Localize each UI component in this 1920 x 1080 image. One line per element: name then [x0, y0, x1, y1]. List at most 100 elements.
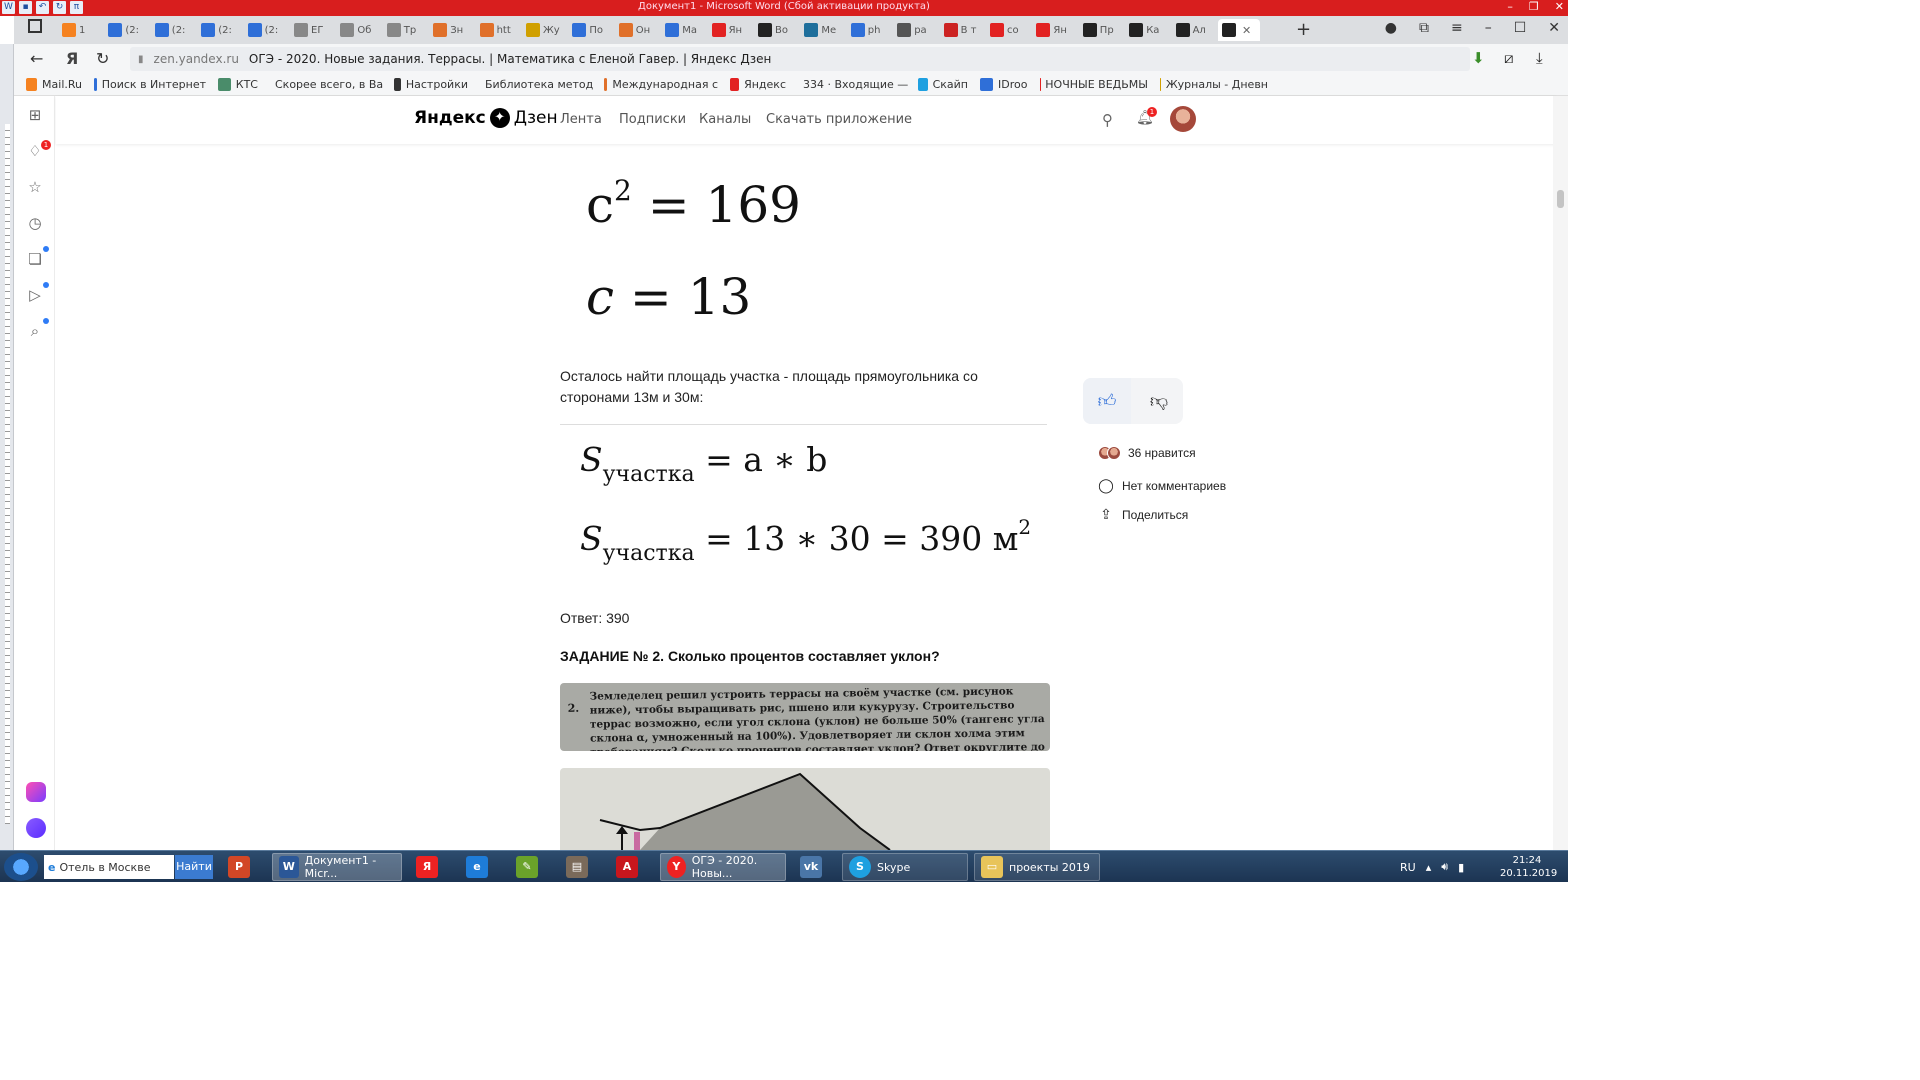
close-icon[interactable]: ✕ — [1548, 20, 1560, 36]
bookmark-item[interactable]: Mail.Ru — [26, 78, 94, 91]
nav-channels[interactable]: Каналы — [699, 112, 751, 127]
taskbar-skype-window[interactable]: S Skype — [842, 853, 968, 881]
nav-feed[interactable]: Лента — [560, 112, 602, 127]
downloads-icon[interactable]: ⤓ — [1536, 49, 1543, 67]
volume-icon[interactable]: 🔊︎ — [1441, 860, 1448, 874]
bookmark-item[interactable]: 334 · Входящие — — [798, 78, 918, 91]
browser-tab[interactable]: Пр — [1079, 19, 1125, 41]
browser-tab[interactable]: (2: — [104, 19, 150, 41]
bookmark-item[interactable]: КТС — [218, 78, 270, 91]
browser-tab[interactable]: ph — [847, 19, 893, 41]
browser-tab[interactable]: Тр — [383, 19, 429, 41]
maximize-icon[interactable]: ☐ — [1514, 20, 1527, 36]
alice-voice-icon[interactable] — [26, 818, 46, 838]
bookmark-item[interactable]: Скайп — [918, 78, 980, 91]
taskbar-vk[interactable]: vk — [794, 853, 822, 881]
apps-grid-icon[interactable]: ⊞ — [26, 106, 44, 124]
restore-icon[interactable]: ❐ — [1529, 0, 1539, 13]
language-indicator[interactable]: RU — [1400, 861, 1416, 874]
taskbar-search-field[interactable]: e Отель в Москве — [44, 855, 174, 879]
zen-logo[interactable]: Яндекс ✦ Дзен — [414, 108, 558, 128]
bookmark-collections-icon[interactable]: ⧉ — [1419, 20, 1429, 36]
alice-app-icon[interactable] — [26, 782, 46, 802]
bookmark-item[interactable]: НОЧНЫЕ ВЕДЬМЫ — [1040, 78, 1160, 91]
favorites-star-icon[interactable]: ☆ — [26, 178, 44, 196]
browser-tab[interactable]: Ян — [1032, 19, 1078, 41]
new-tab-button[interactable]: + — [1296, 19, 1311, 40]
browser-tab[interactable]: Ал — [1172, 19, 1218, 41]
browser-tab[interactable]: (2: — [151, 19, 197, 41]
browser-tab[interactable]: Зн — [429, 19, 475, 41]
yandex-logo-icon[interactable]: Я — [66, 49, 78, 68]
video-play-icon[interactable]: ▷ — [26, 286, 44, 304]
likes-row[interactable]: 36 нравится — [1098, 446, 1196, 460]
browser-tab[interactable]: Ма — [661, 19, 707, 41]
browser-tab[interactable]: (2: — [197, 19, 243, 41]
comments-row[interactable]: ◯ Нет комментариев — [1098, 477, 1226, 494]
browser-tab[interactable]: htt — [476, 19, 522, 41]
browser-tab[interactable]: По — [568, 19, 614, 41]
tab-close-icon[interactable]: ✕ — [1242, 24, 1251, 37]
bookmark-item[interactable]: Библиотека метод — [480, 78, 604, 91]
search-doc-icon[interactable]: ⌕ — [26, 322, 44, 340]
bookmark-item[interactable]: Журналы - Дневн — [1160, 78, 1280, 91]
taskbar-yandex[interactable]: Я — [410, 853, 438, 881]
task-photo[interactable]: 2. Земледелец решил устроить террасы на … — [560, 683, 1050, 751]
back-arrow-icon[interactable]: ← — [30, 49, 43, 68]
start-button[interactable] — [4, 853, 38, 881]
taskbar-ie[interactable]: e — [460, 853, 488, 881]
user-avatar[interactable] — [1170, 106, 1196, 132]
browser-tab[interactable]: (2: — [244, 19, 290, 41]
share-row[interactable]: ⇪ Поделиться — [1098, 506, 1188, 523]
address-field[interactable]: ▮ zen.yandex.ru ОГЭ - 2020. Новые задани… — [130, 47, 1470, 71]
bookmark-item[interactable]: Скорее всего, в Ва — [270, 78, 394, 91]
nav-subscriptions[interactable]: Подписки — [619, 112, 686, 127]
minimize-icon[interactable]: – — [1507, 0, 1513, 13]
history-clock-icon[interactable]: ◷ — [26, 214, 44, 232]
nav-download-app[interactable]: Скачать приложение — [766, 112, 912, 127]
reload-icon[interactable]: ↻ — [96, 49, 109, 68]
bookmark-item[interactable]: Яндекс — [730, 78, 798, 91]
search-icon[interactable]: ⚲ — [1102, 111, 1113, 129]
taskbar-word-window[interactable]: W Документ1 - Micr... — [272, 853, 402, 881]
menu-icon[interactable]: ≡ — [1451, 20, 1463, 36]
bookmark-item[interactable]: Международная с — [604, 78, 730, 91]
taskbar-browser-window[interactable]: Y ОГЭ - 2020. Новы... — [660, 853, 786, 881]
slope-diagram[interactable] — [560, 768, 1050, 850]
page-scrollbar[interactable] — [1553, 96, 1568, 850]
browser-tab[interactable]: Об — [336, 19, 382, 41]
close-icon[interactable]: ✕ — [1555, 0, 1564, 13]
network-icon[interactable]: ▮ — [1458, 861, 1464, 874]
scroll-thumb[interactable] — [1557, 190, 1564, 208]
bookmark-item[interactable]: Поиск в Интернет — [94, 78, 218, 91]
bookmark-item[interactable]: IDroo — [980, 78, 1040, 91]
like-button[interactable]: 👍︎ — [1083, 378, 1131, 424]
taskbar-archive[interactable]: ▤ — [560, 853, 588, 881]
taskbar-folder-window[interactable]: ▭ проекты 2019 — [974, 853, 1100, 881]
minimize-icon[interactable]: – — [1485, 20, 1492, 36]
collections-icon[interactable]: ❏ — [26, 250, 44, 268]
browser-tab[interactable]: ра — [893, 19, 939, 41]
browser-tab[interactable]: Жу — [522, 19, 568, 41]
browser-tab[interactable]: Во — [754, 19, 800, 41]
browser-tab[interactable]: Ка — [1125, 19, 1171, 41]
translate-icon[interactable]: ⧄ — [1504, 49, 1514, 67]
taskbar-search-button[interactable]: Найти — [175, 855, 213, 879]
clock[interactable]: 21:24 20.11.2019 — [1500, 854, 1557, 880]
browser-tab[interactable]: со — [986, 19, 1032, 41]
dislike-button[interactable]: 👎︎ — [1135, 378, 1183, 424]
browser-tab[interactable]: ЕГ — [290, 19, 336, 41]
taskbar-paint[interactable]: ✎ — [510, 853, 538, 881]
download-arrow-icon[interactable]: ⬇ — [1472, 49, 1485, 67]
browser-tab[interactable]: Он — [615, 19, 661, 41]
browser-tab[interactable]: Ян — [708, 19, 754, 41]
taskbar-pdf[interactable]: A — [610, 853, 638, 881]
taskbar-powerpoint[interactable]: P — [222, 853, 250, 881]
bookmark-item[interactable]: Настройки — [394, 78, 480, 91]
browser-tab[interactable]: В т — [940, 19, 986, 41]
profile-avatar-icon[interactable]: ● — [1385, 20, 1397, 36]
tray-arrow-icon[interactable]: ▴ — [1426, 861, 1432, 874]
browser-tab[interactable]: 1 — [58, 19, 104, 41]
browser-tab[interactable]: Ме — [800, 19, 846, 41]
browser-tab[interactable]: ✕ — [1218, 19, 1260, 41]
